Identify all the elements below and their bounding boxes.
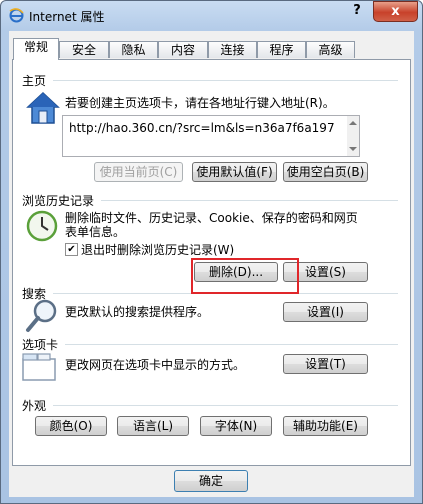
accessibility-button[interactable]: 辅助功能(E) (283, 416, 368, 436)
magnifier-icon (26, 299, 57, 332)
tab-advanced[interactable]: 高级 (306, 41, 355, 58)
home-description: 若要创建主页选项卡，请在各地址行键入地址(R)。 (65, 96, 335, 110)
address-scrollbar[interactable] (347, 116, 359, 156)
scroll-down-icon[interactable] (349, 147, 357, 151)
home-icon (26, 91, 60, 124)
home-divider (53, 80, 398, 81)
home-address-value: http://hao.360.cn/?src=lm&ls=n36a7f6a197 (69, 121, 335, 135)
home-address-box[interactable]: http://hao.360.cn/?src=lm&ls=n36a7f6a197 (62, 115, 360, 157)
history-section-label: 浏览历史记录 (22, 194, 95, 208)
tab-programs[interactable]: 程序 (257, 41, 306, 58)
scroll-up-icon[interactable] (349, 121, 357, 125)
ok-button[interactable]: 确定 (174, 470, 248, 492)
delete-button-highlight (191, 258, 299, 294)
title-bar[interactable]: Internet 属性 ? x (1, 1, 422, 31)
tabs-icon (22, 353, 56, 381)
languages-button[interactable]: 语言(L) (117, 416, 189, 436)
tab-privacy[interactable]: 隐私 (109, 41, 158, 58)
tab-general[interactable]: 常规 (13, 38, 59, 60)
history-clock-icon (26, 210, 58, 242)
use-blank-button[interactable]: 使用空白页(B) (283, 162, 368, 182)
fonts-button[interactable]: 字体(N) (200, 416, 272, 436)
delete-on-exit-checkbox[interactable]: ✔ (65, 243, 78, 256)
tab-connections[interactable]: 连接 (208, 41, 257, 58)
appearance-divider (53, 405, 398, 406)
help-button[interactable]: ? (348, 3, 366, 21)
internet-explorer-icon (9, 8, 24, 23)
delete-on-exit-label[interactable]: 退出时删除浏览历史记录(W) (81, 241, 234, 258)
home-section-label: 主页 (22, 74, 47, 88)
search-settings-button[interactable]: 设置(I) (283, 302, 368, 322)
history-divider (101, 200, 398, 201)
tabs-divider (65, 344, 398, 345)
use-default-button[interactable]: 使用默认值(F) (192, 162, 277, 182)
colors-button[interactable]: 颜色(O) (35, 416, 107, 436)
close-button[interactable]: x (373, 1, 418, 22)
tab-security[interactable]: 安全 (59, 41, 109, 58)
search-description: 更改默认的搜索提供程序。 (65, 305, 210, 319)
dialog-window: Internet 属性 ? x 常规 安全 隐私 内容 连接 程序 高级 主页 … (0, 0, 423, 504)
history-description-line2: 表单信息。 (65, 225, 126, 239)
appearance-section-label: 外观 (22, 399, 47, 413)
use-current-button[interactable]: 使用当前页(C) (94, 162, 183, 182)
tabs-settings-button[interactable]: 设置(T) (283, 354, 368, 374)
window-title: Internet 属性 (29, 10, 105, 24)
tab-content[interactable]: 内容 (158, 41, 208, 58)
tabs-description: 更改网页在选项卡中显示的方式。 (65, 358, 246, 372)
